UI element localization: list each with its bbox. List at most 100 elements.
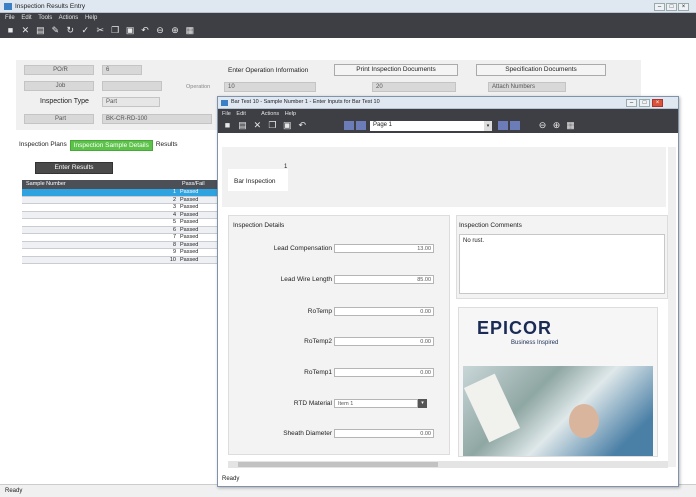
dialog-close-button[interactable]: × [652, 99, 663, 107]
menu-file[interactable]: File [5, 15, 15, 21]
tab-bar-inspection[interactable]: Bar Inspection [228, 169, 288, 191]
nav-first-icon[interactable]: ⊖ [156, 26, 165, 35]
inspection-comments-box[interactable]: No rust. [459, 234, 665, 294]
inspection-type-select[interactable]: Part [102, 97, 160, 107]
job-field[interactable] [102, 81, 162, 91]
sample-number-cell: 4 [172, 211, 176, 218]
paste-icon[interactable]: ▣ [126, 26, 135, 35]
nav-next-icon[interactable]: ⊕ [170, 26, 179, 35]
table-row[interactable]: 3 Passed [22, 204, 226, 212]
detail-field-input[interactable]: 0.00 [334, 337, 434, 346]
table-row[interactable]: 8 Passed [22, 241, 226, 249]
operation-select-2[interactable]: 20 [372, 82, 456, 92]
refresh-icon[interactable]: ↻ [66, 26, 75, 35]
menu-edit[interactable]: Edit [21, 15, 31, 21]
grid-icon[interactable]: ▦ [185, 26, 195, 35]
grid-header: Sample Number Pass/Fail [22, 180, 226, 189]
col-sample-number[interactable]: Sample Number [26, 180, 66, 189]
job-label: Job [24, 81, 94, 91]
promo-photo [463, 366, 653, 456]
minimize-button[interactable]: – [654, 3, 665, 11]
cut-icon[interactable]: ✂ [96, 26, 105, 35]
table-row[interactable]: 7 Passed [22, 234, 226, 242]
detail-field-input[interactable]: 0.00 [334, 368, 434, 377]
print-inspection-documents-button[interactable]: Print Inspection Documents [334, 64, 458, 76]
dialog-menu-file[interactable]: File [222, 111, 231, 117]
menu-tools[interactable]: Tools [38, 15, 52, 21]
dialog-maximize-button[interactable]: □ [639, 99, 650, 107]
detail-field-label: Lead Wire Length [280, 276, 332, 283]
dialog-horizontal-scrollbar[interactable] [228, 461, 668, 468]
maximize-button[interactable]: □ [666, 3, 677, 11]
spec-numbers-field[interactable]: Attach Numbers [488, 82, 566, 92]
dialog-minimize-button[interactable]: – [626, 99, 637, 107]
main-toolbar: ■ ✕ ▤ ✎ ↻ ✓ ✂ ❐ ▣ ↶ ⊖ ⊕ ▦ [0, 24, 696, 38]
close-button[interactable]: × [678, 3, 689, 11]
save-icon[interactable]: ■ [6, 26, 15, 35]
table-row[interactable]: 2 Passed [22, 196, 226, 204]
table-row[interactable]: 6 Passed [22, 226, 226, 234]
inspection-comments-panel: Inspection Comments No rust. [456, 215, 668, 299]
table-row[interactable]: 5 Passed [22, 219, 226, 227]
rtd-material-select[interactable]: Item 1 [334, 399, 418, 408]
table-row[interactable]: 9 Passed [22, 249, 226, 257]
page-nav-2[interactable] [510, 121, 520, 130]
operation-select[interactable]: 10 [224, 82, 316, 92]
dialog-zoom-out-icon[interactable]: ⊖ [538, 121, 547, 130]
dialog-menu-edit[interactable]: Edit [236, 111, 245, 117]
page-select[interactable]: Page 1 [370, 121, 490, 131]
detail-field-input[interactable]: 0.00 [334, 307, 434, 316]
dialog-grid-icon[interactable]: ▦ [566, 121, 575, 130]
attach-icon[interactable]: ✎ [51, 26, 60, 35]
dialog-save-icon[interactable]: ■ [223, 121, 232, 130]
sample-number-cell: 6 [172, 226, 176, 233]
new-icon[interactable]: ▤ [36, 26, 45, 35]
part-field[interactable]: BK-CR-RD-100 [102, 114, 212, 124]
dialog-toolbar: ■ ▤ ✕ ❐ ▣ ↶ Page 1 ▾ ⊖ ⊕ ▦ [218, 119, 678, 133]
table-row[interactable]: 10 Passed [22, 256, 226, 264]
detail-field-label: RoTemp [307, 308, 332, 315]
rtd-material-label: RTD Material [293, 400, 332, 407]
detail-field-label: RoTemp1 [304, 369, 332, 376]
enter-results-button[interactable]: Enter Results [35, 162, 113, 174]
dialog-vertical-scrollbar[interactable] [668, 147, 676, 467]
sheath-diameter-field[interactable]: 0.00 [334, 429, 434, 438]
page-prev-button[interactable] [344, 121, 354, 130]
dialog-menu-help[interactable]: Help [285, 111, 296, 117]
rtd-material-dropdown-icon[interactable]: ▾ [418, 399, 427, 408]
col-pass-fail[interactable]: Pass/Fail [182, 180, 205, 189]
page-select-arrow[interactable]: ▾ [484, 121, 492, 131]
dialog-new-icon[interactable]: ▤ [238, 121, 247, 130]
undo-icon[interactable]: ↶ [141, 26, 150, 35]
pass-fail-cell: Passed [180, 234, 199, 240]
table-row[interactable]: 4 Passed [22, 211, 226, 219]
po-field[interactable]: 6 [102, 65, 142, 75]
dialog-paste-icon[interactable]: ▣ [283, 121, 292, 130]
check-icon[interactable]: ✓ [81, 26, 90, 35]
dialog-copy-icon[interactable]: ❐ [268, 121, 277, 130]
page-next-button[interactable] [356, 121, 366, 130]
table-row[interactable]: 1 Passed [22, 189, 226, 197]
dialog-undo-icon[interactable]: ↶ [298, 121, 307, 130]
menu-actions[interactable]: Actions [59, 15, 79, 21]
samples-grid: Sample Number Pass/Fail 1 Passed 2 Passed 3 P… [22, 180, 226, 310]
page-nav-1[interactable] [498, 121, 508, 130]
pass-fail-cell: Passed [180, 211, 199, 218]
specification-documents-button[interactable]: Specification Documents [476, 64, 606, 76]
tab-inspection-sample-details[interactable]: Inspection Sample Details [69, 140, 153, 151]
menu-help[interactable]: Help [85, 15, 97, 21]
tab-results[interactable]: Results [153, 140, 181, 151]
detail-field-input[interactable]: 85.00 [334, 275, 434, 284]
dialog-title-bar: Bar Test 10 - Sample Number 1 - Enter In… [218, 97, 678, 109]
dialog-menu-actions[interactable]: Actions [261, 111, 279, 117]
hscroll-thumb[interactable] [238, 462, 438, 467]
pass-fail-cell: Passed [180, 219, 199, 225]
pass-fail-cell: Passed [180, 256, 199, 263]
tab-inspection-plans[interactable]: Inspection Plans [16, 140, 70, 151]
dialog-zoom-in-icon[interactable]: ⊕ [552, 121, 561, 130]
copy-icon[interactable]: ❐ [111, 26, 120, 35]
dialog-cut-icon[interactable]: ✕ [253, 121, 262, 130]
dialog-tab-area [222, 147, 666, 207]
delete-icon[interactable]: ✕ [21, 26, 30, 35]
detail-field-input[interactable]: 13.00 [334, 244, 434, 253]
